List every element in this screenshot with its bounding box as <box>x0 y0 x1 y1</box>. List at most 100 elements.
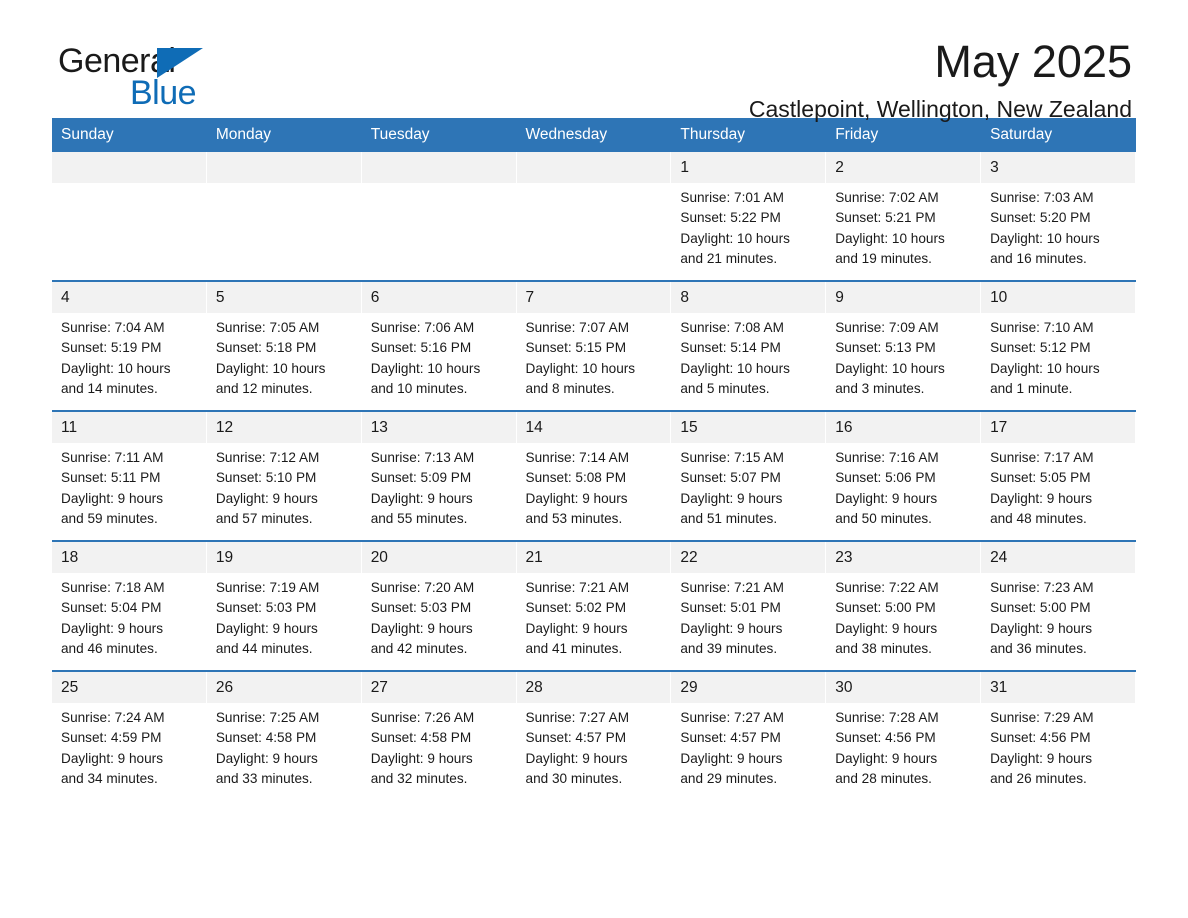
day-details: Sunrise: 7:25 AM Sunset: 4:58 PM Daylight:… <box>207 703 361 789</box>
page-subtitle: Castlepoint, Wellington, New Zealand <box>748 96 1132 122</box>
sunset-text: Sunset: 5:22 PM <box>680 210 781 226</box>
sunset-text: Sunset: 4:58 PM <box>215 730 317 746</box>
calendar-week-row: 25 Sunrise: 7:24 AM Sunset: 4:59 PM Dayligh… <box>52 670 1136 800</box>
day-details: Sunrise: 7:29 AM Sunset: 4:56 PM Daylight:… <box>981 703 1135 789</box>
day-cell[interactable]: 10 Sunrise: 7:10 AM Sunset: 5:12 PM Dayligh… <box>981 282 1136 410</box>
sunset-text: Sunset: 5:09 PM <box>370 470 472 486</box>
daylight-text-line1: Daylight: 10 hours <box>680 230 790 246</box>
day-cell[interactable]: 6 Sunrise: 7:06 AM Sunset: 5:16 PM Daylight… <box>361 282 517 410</box>
day-cell[interactable]: 3 Sunrise: 7:03 AM Sunset: 5:20 PM Daylight… <box>981 152 1136 280</box>
calendar-cell: 24 Sunrise: 7:23 AM Sunset: 5:00 PM Dayligh… <box>981 540 1136 671</box>
day-details: Sunrise: 7:20 AM Sunset: 5:03 PM Daylight:… <box>362 573 516 659</box>
daylight-text-line1: Daylight: 9 hours <box>215 750 318 766</box>
sunrise-text: Sunrise: 7:07 AM <box>525 320 630 335</box>
daylight-text-line1: Daylight: 9 hours <box>990 490 1093 506</box>
day-number: 10 <box>981 282 1135 313</box>
day-cell[interactable]: 5 Sunrise: 7:05 AM Sunset: 5:18 PM Daylight… <box>206 282 362 410</box>
daylight-text-line2: and 57 minutes. <box>215 510 313 526</box>
day-number: 18 <box>52 542 206 573</box>
daylight-text-line2: and 59 minutes. <box>61 510 158 526</box>
daylight-text-line1: Daylight: 10 hours <box>680 360 790 376</box>
day-cell[interactable]: 4 Sunrise: 7:04 AM Sunset: 5:19 PM Daylight… <box>52 282 207 410</box>
daylight-text-line2: and 1 minute. <box>990 380 1073 396</box>
day-details: Sunrise: 7:23 AM Sunset: 5:00 PM Daylight:… <box>981 573 1135 659</box>
day-cell[interactable]: 19 Sunrise: 7:19 AM Sunset: 5:03 PM Dayligh… <box>206 542 362 670</box>
generalblue-logo[interactable]: General Blue <box>58 44 258 110</box>
day-number: 20 <box>361 542 516 573</box>
sunrise-text: Sunrise: 7:29 AM <box>990 710 1094 725</box>
day-cell[interactable]: 2 Sunrise: 7:02 AM Sunset: 5:21 PM Daylight… <box>826 152 982 280</box>
sunrise-text: Sunrise: 7:28 AM <box>835 710 939 725</box>
day-cell[interactable]: 14 Sunrise: 7:14 AM Sunset: 5:08 PM Dayligh… <box>516 412 672 540</box>
day-details: Sunrise: 7:01 AM Sunset: 5:22 PM Daylight:… <box>671 183 825 269</box>
day-cell[interactable]: 18 Sunrise: 7:18 AM Sunset: 5:04 PM Dayligh… <box>52 542 207 670</box>
sunrise-text: Sunrise: 7:04 AM <box>61 320 165 335</box>
calendar-cell: 15 Sunrise: 7:15 AM Sunset: 5:07 PM Dayligh… <box>671 410 827 541</box>
sunrise-text: Sunrise: 7:27 AM <box>525 710 630 725</box>
daylight-text-line1: Daylight: 10 hours <box>990 360 1100 376</box>
day-details: Sunrise: 7:02 AM Sunset: 5:21 PM Daylight:… <box>826 183 980 269</box>
sunset-text: Sunset: 5:08 PM <box>525 470 627 486</box>
day-cell[interactable]: 17 Sunrise: 7:17 AM Sunset: 5:05 PM Dayligh… <box>981 412 1136 540</box>
calendar-cell: 1 Sunrise: 7:01 AM Sunset: 5:22 PM Daylight… <box>671 152 827 281</box>
day-cell[interactable]: 12 Sunrise: 7:12 AM Sunset: 5:10 PM Dayligh… <box>206 412 362 540</box>
day-details: Sunrise: 7:26 AM Sunset: 4:58 PM Daylight:… <box>362 703 516 789</box>
day-number: 25 <box>52 672 206 703</box>
day-cell[interactable]: 21 Sunrise: 7:21 AM Sunset: 5:02 PM Dayligh… <box>516 542 672 670</box>
calendar-cell <box>206 152 362 281</box>
day-details: Sunrise: 7:21 AM Sunset: 5:02 PM Daylight:… <box>517 573 671 659</box>
day-details: Sunrise: 7:07 AM Sunset: 5:15 PM Daylight:… <box>517 313 671 399</box>
calendar-cell: 7 Sunrise: 7:07 AM Sunset: 5:15 PM Daylight… <box>516 280 672 411</box>
daylight-text-line2: and 34 minutes. <box>61 770 158 786</box>
day-cell[interactable]: 1 Sunrise: 7:01 AM Sunset: 5:22 PM Daylight… <box>671 152 827 280</box>
day-cell[interactable]: 24 Sunrise: 7:23 AM Sunset: 5:00 PM Dayligh… <box>981 542 1136 670</box>
day-cell[interactable]: 20 Sunrise: 7:20 AM Sunset: 5:03 PM Dayligh… <box>361 542 517 670</box>
day-cell[interactable]: 29 Sunrise: 7:27 AM Sunset: 4:57 PM Dayligh… <box>671 672 827 800</box>
calendar-cell: 26 Sunrise: 7:25 AM Sunset: 4:58 PM Dayligh… <box>206 670 362 800</box>
day-cell[interactable]: 8 Sunrise: 7:08 AM Sunset: 5:14 PM Daylight… <box>671 282 827 410</box>
day-cell[interactable]: 25 Sunrise: 7:24 AM Sunset: 4:59 PM Dayligh… <box>52 672 207 800</box>
day-cell[interactable]: 16 Sunrise: 7:16 AM Sunset: 5:06 PM Dayligh… <box>826 412 982 540</box>
day-cell[interactable]: 31 Sunrise: 7:29 AM Sunset: 4:56 PM Dayligh… <box>981 672 1136 800</box>
sunset-text: Sunset: 5:06 PM <box>835 470 936 486</box>
day-cell[interactable]: 9 Sunrise: 7:09 AM Sunset: 5:13 PM Daylight… <box>826 282 982 410</box>
calendar-cell: 8 Sunrise: 7:08 AM Sunset: 5:14 PM Daylight… <box>671 280 827 411</box>
day-cell[interactable]: 27 Sunrise: 7:26 AM Sunset: 4:58 PM Dayligh… <box>361 672 517 800</box>
day-cell[interactable]: 26 Sunrise: 7:25 AM Sunset: 4:58 PM Dayligh… <box>206 672 362 800</box>
day-cell[interactable]: 13 Sunrise: 7:13 AM Sunset: 5:09 PM Dayligh… <box>361 412 517 540</box>
day-details: Sunrise: 7:06 AM Sunset: 5:16 PM Daylight:… <box>362 313 516 399</box>
day-number: 26 <box>206 672 361 703</box>
weekday-header-wednesday: Wednesday <box>516 118 672 152</box>
day-number: 7 <box>516 282 671 313</box>
daylight-text-line2: and 33 minutes. <box>215 770 313 786</box>
day-cell[interactable]: 28 Sunrise: 7:27 AM Sunset: 4:57 PM Dayligh… <box>516 672 672 800</box>
daylight-text-line2: and 12 minutes. <box>215 380 313 396</box>
sunset-text: Sunset: 5:00 PM <box>835 600 936 616</box>
daylight-text-line2: and 21 minutes. <box>680 250 778 266</box>
weekday-header-sunday: Sunday <box>52 118 207 152</box>
day-cell[interactable]: 11 Sunrise: 7:11 AM Sunset: 5:11 PM Dayligh… <box>52 412 207 540</box>
day-cell[interactable]: 7 Sunrise: 7:07 AM Sunset: 5:15 PM Daylight… <box>516 282 672 410</box>
day-details: Sunrise: 7:15 AM Sunset: 5:07 PM Daylight:… <box>671 443 825 529</box>
day-number: 2 <box>826 152 981 183</box>
daylight-text-line2: and 14 minutes. <box>61 380 158 396</box>
sunrise-text: Sunrise: 7:24 AM <box>61 710 165 725</box>
day-number <box>52 152 206 183</box>
sunrise-text: Sunrise: 7:13 AM <box>370 450 475 465</box>
calendar-cell: 29 Sunrise: 7:27 AM Sunset: 4:57 PM Dayligh… <box>671 670 827 800</box>
day-cell[interactable]: 15 Sunrise: 7:15 AM Sunset: 5:07 PM Dayligh… <box>671 412 827 540</box>
calendar-cell: 11 Sunrise: 7:11 AM Sunset: 5:11 PM Dayligh… <box>52 410 207 541</box>
day-cell[interactable]: 30 Sunrise: 7:28 AM Sunset: 4:56 PM Dayligh… <box>826 672 982 800</box>
day-number: 1 <box>671 152 826 183</box>
day-details: Sunrise: 7:27 AM Sunset: 4:57 PM Daylight:… <box>517 703 671 789</box>
daylight-text-line2: and 48 minutes. <box>990 510 1087 526</box>
daylight-text-line1: Daylight: 9 hours <box>680 620 783 636</box>
sunrise-text: Sunrise: 7:23 AM <box>990 580 1094 595</box>
calendar-cell: 12 Sunrise: 7:12 AM Sunset: 5:10 PM Dayligh… <box>206 410 362 541</box>
sunrise-text: Sunrise: 7:17 AM <box>990 450 1094 465</box>
sunrise-text: Sunrise: 7:01 AM <box>680 190 784 205</box>
day-cell[interactable]: 22 Sunrise: 7:21 AM Sunset: 5:01 PM Dayligh… <box>671 542 827 670</box>
sunrise-text: Sunrise: 7:21 AM <box>525 580 630 595</box>
day-number: 11 <box>52 412 206 443</box>
day-cell[interactable]: 23 Sunrise: 7:22 AM Sunset: 5:00 PM Dayligh… <box>826 542 982 670</box>
